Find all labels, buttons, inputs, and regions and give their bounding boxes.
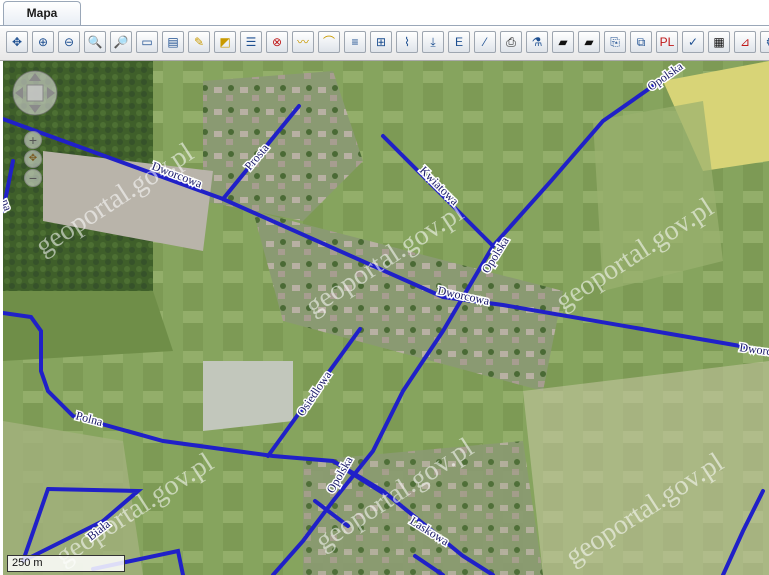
profile-icon[interactable]: ⌇ [396,31,418,53]
scale-bar: 250 m [7,555,125,572]
pdf-icon[interactable]: PL [656,31,678,53]
tab-bar: Mapa [0,0,769,26]
export-icon[interactable]: E [448,31,470,53]
draw-line-icon[interactable]: ✎ [188,31,210,53]
field-southeast [523,361,769,575]
print-icon[interactable]: ⎙ [500,31,522,53]
target-icon[interactable]: ⊗ [266,31,288,53]
measure-area-icon[interactable]: ⌒ [318,31,340,53]
layer-manage-icon[interactable]: ⊞ [370,31,392,53]
layers-icon[interactable]: ⧉ [630,31,652,53]
orthophoto-map[interactable]: geoportal.gov.pl geoportal.gov.pl geopor… [3,61,769,575]
select-icon[interactable]: ◩ [214,31,236,53]
full-extent-icon[interactable]: ▭ [136,31,158,53]
map-view[interactable]: geoportal.gov.pl geoportal.gov.pl geopor… [3,61,769,575]
zoom-in-button[interactable]: + [24,131,42,149]
pan-control[interactable] [11,69,59,117]
pan-icon[interactable]: ✥ [6,31,28,53]
zoom-slider-icon[interactable]: ✥ [24,150,42,168]
measure-length-icon[interactable]: 〰 [292,31,314,53]
camera-icon[interactable]: ▰ [552,31,574,53]
document-icon[interactable]: ⎘ [604,31,626,53]
report-icon[interactable]: ✓ [682,31,704,53]
previous-extent-icon[interactable]: ▤ [162,31,184,53]
tab-mapa[interactable]: Mapa [3,1,81,25]
settings-icon[interactable]: ⚙ [760,31,769,53]
grid-icon[interactable]: ▦ [708,31,730,53]
edit-icon[interactable]: ⁄ [474,31,496,53]
housing-estate [203,361,293,431]
layer-add-icon[interactable]: ≡ [344,31,366,53]
analysis-icon[interactable]: ⚗ [526,31,548,53]
chart-icon[interactable]: ⊿ [734,31,756,53]
info-icon[interactable]: ☰ [240,31,262,53]
zoom-out-rect-icon[interactable]: ⊖ [58,31,80,53]
zoom-out-button[interactable]: − [24,169,42,187]
zoom-in-icon[interactable]: 🔍 [84,31,106,53]
zoom-out-icon[interactable]: 🔎 [110,31,132,53]
map-toolbar: ✥⊕⊖🔍🔎▭▤✎◩☰⊗〰⌒≡⊞⌇⤓E⁄⎙⚗▰▰⎘⧉PL✓▦⊿⚙ [0,28,769,61]
download-icon[interactable]: ⤓ [422,31,444,53]
meadow-area [3,291,173,361]
camera-alt-icon[interactable]: ▰ [578,31,600,53]
zoom-in-rect-icon[interactable]: ⊕ [32,31,54,53]
